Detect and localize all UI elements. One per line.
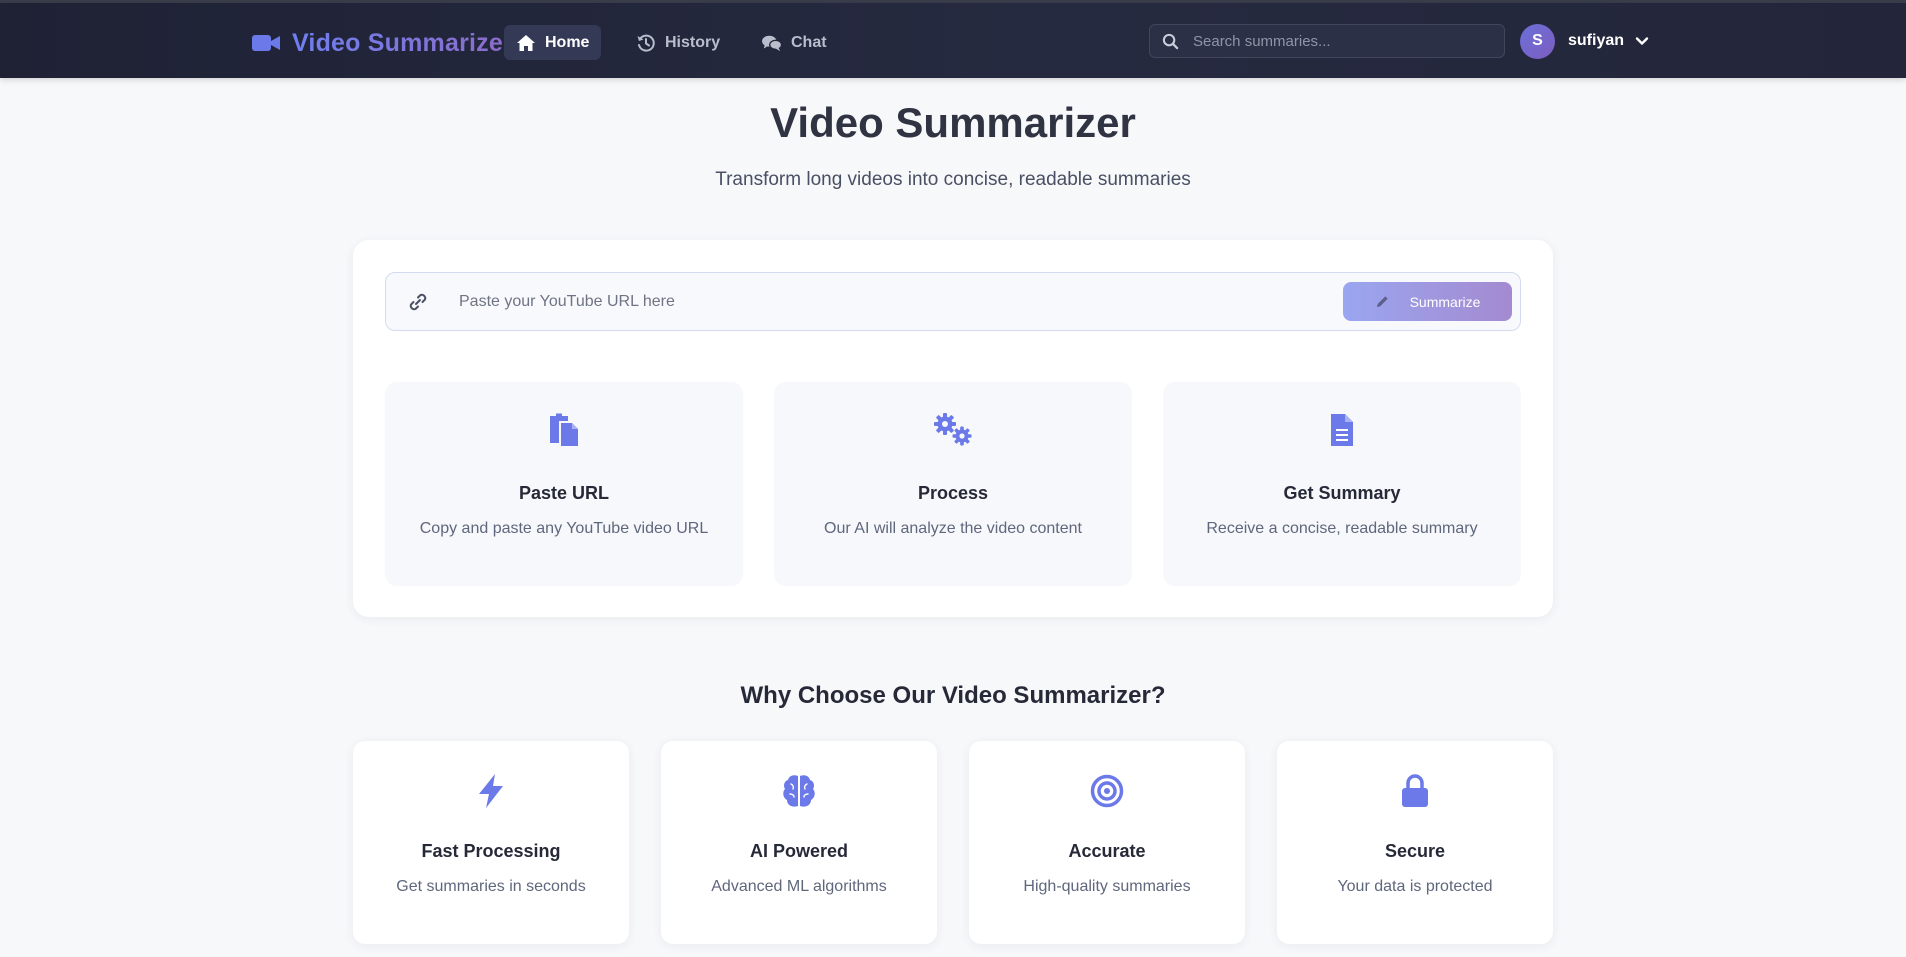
feature-title: Fast Processing (421, 841, 561, 861)
pencil-icon (1376, 296, 1388, 308)
gears-icon (934, 413, 972, 446)
section-title-why: Why Choose Our Video Summarizer? (740, 682, 1166, 709)
brand-name: Video Summarizer (292, 28, 513, 57)
search-input[interactable] (1191, 31, 1504, 51)
summarize-card: Summarize Paste URL Copy and paste any Y… (353, 240, 1553, 617)
summarize-button[interactable]: Summarize (1343, 282, 1512, 321)
feature-card-fast-processing: Fast Processing Get summaries in seconds (353, 741, 629, 944)
clipboard-icon (550, 413, 578, 446)
document-icon (1331, 414, 1353, 446)
url-form: Summarize (385, 272, 1521, 331)
feature-card-secure: Secure Your data is protected (1277, 741, 1553, 944)
feature-card-accurate: Accurate High-quality summaries (969, 741, 1245, 944)
home-icon (517, 34, 535, 51)
step-card-process: Process Our AI will analyze the video co… (774, 382, 1132, 586)
link-icon (409, 293, 427, 310)
step-title: Process (917, 483, 989, 503)
page-title: Video Summarizer (770, 99, 1136, 146)
feature-description: Your data is protected (1337, 878, 1493, 895)
feature-description: High-quality summaries (1023, 878, 1191, 895)
step-description: Copy and paste any YouTube video URL (419, 520, 709, 537)
nav-chat-label: Chat (791, 33, 827, 51)
nav-chat[interactable]: Chat (750, 25, 839, 60)
search-box (1149, 24, 1505, 58)
nav-home[interactable]: Home (504, 25, 602, 60)
step-title: Get Summary (1283, 483, 1401, 503)
summarize-button-label: Summarize (1409, 293, 1481, 310)
feature-title: Secure (1384, 841, 1446, 861)
lock-icon (1402, 774, 1428, 807)
target-icon (1090, 774, 1124, 808)
chat-icon (762, 35, 782, 51)
step-card-paste-url: Paste URL Copy and paste any YouTube vid… (385, 382, 743, 586)
navbar: Video Summarizer Home History Chat Searc… (0, 3, 1906, 78)
step-title: Paste URL (518, 483, 610, 503)
youtube-url-input[interactable] (457, 291, 1343, 312)
feature-card-ai-powered: AI Powered Advanced ML algorithms (661, 741, 937, 944)
nav-history[interactable]: History (624, 25, 732, 60)
video-camera-icon (252, 35, 280, 51)
bolt-icon (479, 774, 503, 808)
avatar: S (1520, 23, 1555, 59)
step-card-get-summary: Get Summary Receive a concise, readable … (1163, 382, 1521, 586)
history-icon (637, 34, 655, 52)
feature-description: Get summaries in seconds (396, 878, 586, 895)
chevron-down-icon (1635, 37, 1649, 45)
user-menu[interactable]: S sufiyan (1520, 22, 1650, 60)
step-description: Our AI will analyze the video content (824, 520, 1082, 537)
brain-icon (783, 775, 815, 807)
step-description: Receive a concise, readable summary (1206, 520, 1478, 537)
feature-description: Advanced ML algorithms (711, 878, 887, 895)
feature-title: AI Powered (749, 841, 849, 861)
feature-title: Accurate (1068, 841, 1146, 861)
search-icon (1162, 33, 1179, 49)
nav-history-label: History (665, 33, 721, 51)
page-subtitle: Transform long videos into concise, read… (715, 169, 1191, 190)
nav-home-label: Home (545, 33, 590, 51)
username: sufiyan (1568, 32, 1625, 49)
brand-link[interactable]: Video Summarizer (252, 23, 513, 63)
